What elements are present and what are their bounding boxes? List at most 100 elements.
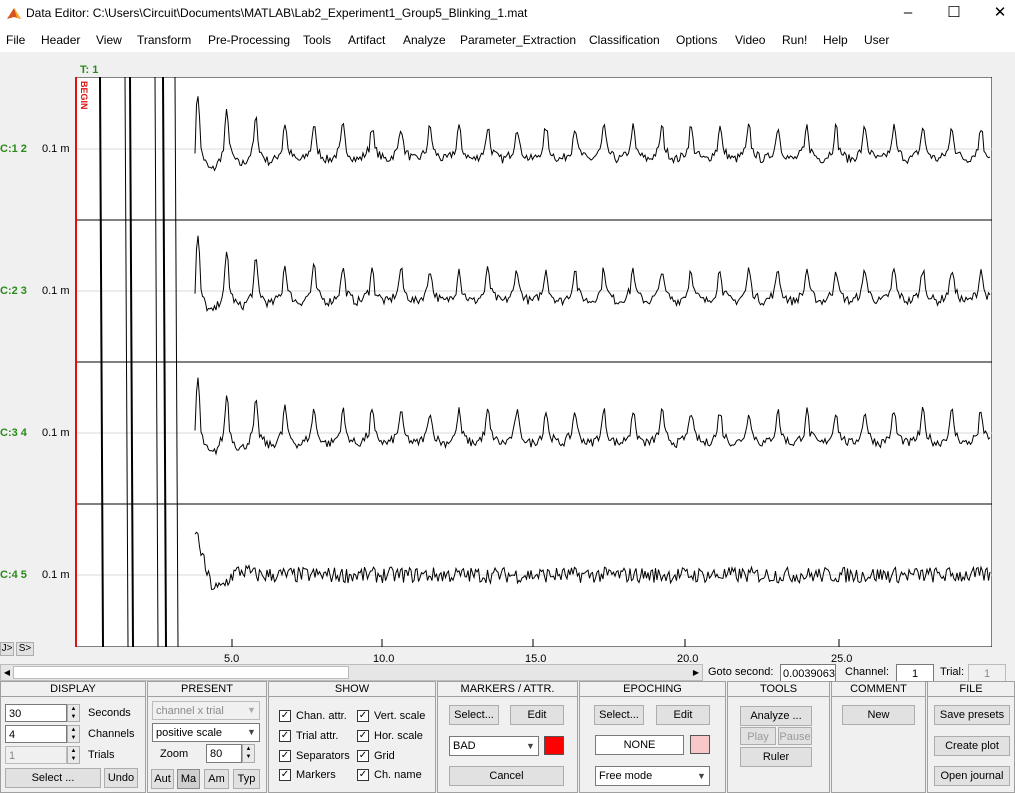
present-mode-dropdown[interactable]: channel x trial — [152, 701, 260, 720]
markers-checkbox[interactable]: ✓ — [279, 769, 291, 781]
markers-label: Markers — [296, 769, 336, 781]
menu-header[interactable]: Header — [41, 33, 80, 47]
chevron-down-icon: ▼ — [697, 771, 706, 781]
ch-name-checkbox[interactable]: ✓ — [357, 769, 369, 781]
markers-edit-button[interactable]: Edit — [510, 705, 564, 725]
scale-dropdown[interactable]: positive scale — [152, 723, 260, 742]
create-plot-button[interactable]: Create plot — [934, 736, 1010, 756]
jump-left-button[interactable]: J> — [0, 642, 14, 656]
open-journal-button[interactable]: Open journal — [934, 766, 1010, 786]
channels-label: Channels — [88, 728, 135, 740]
display-select-button[interactable]: Select ... — [5, 768, 101, 788]
menu-transform[interactable]: Transform — [137, 33, 191, 47]
menu-parameter-extraction[interactable]: Parameter_Extraction — [460, 33, 576, 47]
step-right-button[interactable]: S> — [16, 642, 34, 656]
begin-marker-label: BEGIN — [79, 81, 89, 110]
menu-help[interactable]: Help — [823, 33, 848, 47]
zoom-input[interactable]: 80 — [206, 744, 242, 763]
channel-name-1: C:1 2 — [0, 143, 27, 155]
trial-nav-label: Trial: — [940, 666, 965, 678]
amplitude-button[interactable]: Am — [204, 769, 229, 789]
ch-name-label: Ch. name — [374, 769, 422, 781]
goto-second-input[interactable]: 0.0039063 — [780, 664, 836, 682]
menu-tools[interactable]: Tools — [303, 33, 331, 47]
channel-input[interactable]: 1 — [896, 664, 934, 682]
ruler-button[interactable]: Ruler — [740, 747, 812, 767]
grid-label: Grid — [374, 750, 395, 762]
channels-spinner[interactable]: ▲ ▼ — [67, 725, 80, 743]
menu-analyze[interactable]: Analyze — [403, 33, 446, 47]
epoching-header: EPOCHING — [579, 682, 726, 697]
grid-checkbox[interactable]: ✓ — [357, 750, 369, 762]
menu-run[interactable]: Run! — [782, 33, 807, 47]
time-scrollbar[interactable]: ◀ ▶ — [0, 664, 703, 681]
menu-file[interactable]: File — [6, 33, 25, 47]
autoscale-button[interactable]: Aut — [151, 769, 174, 789]
channel-scale-2: 0.1 m — [42, 285, 70, 297]
trial-attr-label: Trial attr. — [296, 730, 339, 742]
menu-pre-processing[interactable]: Pre-Processing — [208, 33, 290, 47]
channels-input[interactable]: 4 — [5, 725, 67, 743]
minimize-icon: – — [903, 4, 913, 21]
menu-classification[interactable]: Classification — [589, 33, 660, 47]
close-icon: ✕ — [993, 4, 1007, 21]
epoching-select-button[interactable]: Select... — [594, 705, 644, 725]
separators-checkbox[interactable]: ✓ — [279, 750, 291, 762]
close-button[interactable]: ✕ — [977, 0, 1015, 28]
epoch-mode-dropdown[interactable]: Free mode — [595, 766, 710, 786]
play-button[interactable]: Play — [740, 727, 776, 745]
analyze-button[interactable]: Analyze ... — [740, 706, 812, 726]
menu-video[interactable]: Video — [735, 33, 765, 47]
epoching-edit-button[interactable]: Edit — [656, 705, 710, 725]
scroll-left-icon[interactable]: ◀ — [1, 665, 13, 680]
channel-name-2: C:2 3 — [0, 285, 27, 297]
pause-button[interactable]: Pause — [778, 727, 812, 745]
scrollbar-thumb[interactable] — [13, 666, 349, 679]
channel-scale-1: 0.1 m — [42, 143, 70, 155]
type-button[interactable]: Typ — [233, 769, 260, 789]
minimize-button[interactable]: – — [885, 0, 931, 28]
save-presets-button[interactable]: Save presets — [934, 705, 1010, 725]
epoch-field[interactable]: NONE — [595, 735, 684, 755]
trial-input[interactable]: 1 — [968, 664, 1006, 682]
epoch-color-swatch[interactable] — [690, 735, 710, 754]
chan-attr-checkbox[interactable]: ✓ — [279, 710, 291, 722]
window-title: Data Editor: C:\Users\Circuit\Documents\… — [26, 6, 528, 20]
vert-scale-checkbox[interactable]: ✓ — [357, 710, 369, 722]
seconds-spinner[interactable]: ▲ ▼ — [67, 704, 80, 722]
markers-cancel-button[interactable]: Cancel — [449, 766, 564, 786]
scroll-right-icon[interactable]: ▶ — [690, 665, 702, 680]
menu-user[interactable]: User — [864, 33, 889, 47]
comment-header: COMMENT — [831, 682, 926, 697]
signal-plot[interactable]: BEGIN — [75, 77, 992, 647]
undo-button[interactable]: Undo — [104, 768, 138, 788]
display-header: DISPLAY — [0, 682, 146, 697]
goto-second-label: Goto second: — [708, 666, 774, 678]
attribute-color-swatch[interactable] — [544, 736, 564, 755]
trials-spinner[interactable]: ▲ ▼ — [67, 746, 80, 764]
new-comment-button[interactable]: New — [842, 705, 915, 725]
trials-input[interactable]: 1 — [5, 746, 67, 764]
trial-label: T: 1 — [80, 64, 99, 76]
menu-view[interactable]: View — [96, 33, 122, 47]
seconds-label: Seconds — [88, 707, 131, 719]
show-header: SHOW — [268, 682, 436, 697]
comment-panel — [831, 681, 926, 793]
title-bar: Data Editor: C:\Users\Circuit\Documents\… — [0, 0, 1015, 28]
menu-options[interactable]: Options — [676, 33, 717, 47]
maximize-button[interactable]: ☐ — [931, 0, 977, 28]
vert-scale-label: Vert. scale — [374, 710, 426, 722]
file-header: FILE — [927, 682, 1015, 697]
channel-name-3: C:3 4 — [0, 427, 27, 439]
markers-select-button[interactable]: Select... — [449, 705, 499, 725]
maximize-icon: ☐ — [947, 4, 961, 21]
zoom-spinner[interactable]: ▲ ▼ — [242, 744, 255, 763]
menu-artifact[interactable]: Artifact — [348, 33, 385, 47]
markers-header: MARKERS / ATTR. — [437, 682, 578, 697]
seconds-input[interactable]: 30 — [5, 704, 67, 722]
trial-attr-checkbox[interactable]: ✓ — [279, 730, 291, 742]
hor-scale-checkbox[interactable]: ✓ — [357, 730, 369, 742]
hor-scale-label: Hor. scale — [374, 730, 423, 742]
manual-scale-button[interactable]: Ma — [177, 769, 200, 789]
channel-scale-3: 0.1 m — [42, 427, 70, 439]
